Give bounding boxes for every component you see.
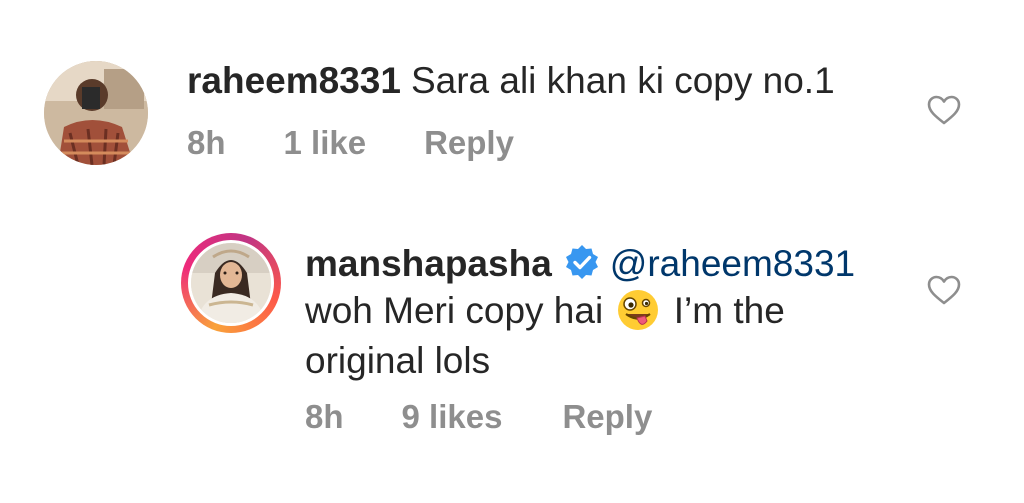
- mention-link[interactable]: @raheem8331: [610, 243, 855, 284]
- reply-button[interactable]: Reply: [562, 397, 652, 437]
- user-photo-avatar-icon: [44, 61, 148, 165]
- comment-body: Sara ali khan ki copy no.1: [410, 60, 835, 101]
- reply-username[interactable]: manshapasha: [305, 243, 552, 284]
- reply-meta: 8h 9 likes Reply: [305, 397, 652, 437]
- comment-line: raheem8331 Sara ali khan ki copy no.1: [187, 57, 835, 105]
- zany-face-emoji-icon: [618, 290, 659, 330]
- comment-username[interactable]: raheem8331: [187, 60, 401, 101]
- reply-text-part-1: woh Meri copy hai: [305, 290, 604, 331]
- reply-likes-count[interactable]: 9 likes: [402, 397, 503, 437]
- comment-meta: 8h 1 like Reply: [187, 123, 514, 163]
- reply-time: 8h: [305, 398, 344, 435]
- comment-time: 8h: [187, 124, 226, 161]
- commenter-avatar[interactable]: [44, 61, 148, 165]
- user-photo-avatar-icon: [191, 243, 271, 323]
- reply-button[interactable]: Reply: [424, 123, 514, 163]
- heart-outline-icon[interactable]: [927, 275, 961, 305]
- reply-body: woh Meri copy hai I’m the original lols: [305, 286, 865, 386]
- reply-avatar[interactable]: [188, 240, 274, 326]
- heart-outline-icon[interactable]: [927, 95, 961, 125]
- comment-likes-count[interactable]: 1 like: [284, 123, 367, 163]
- reply-header: manshapasha @raheem8331: [305, 240, 855, 288]
- verified-badge-icon: [565, 245, 598, 279]
